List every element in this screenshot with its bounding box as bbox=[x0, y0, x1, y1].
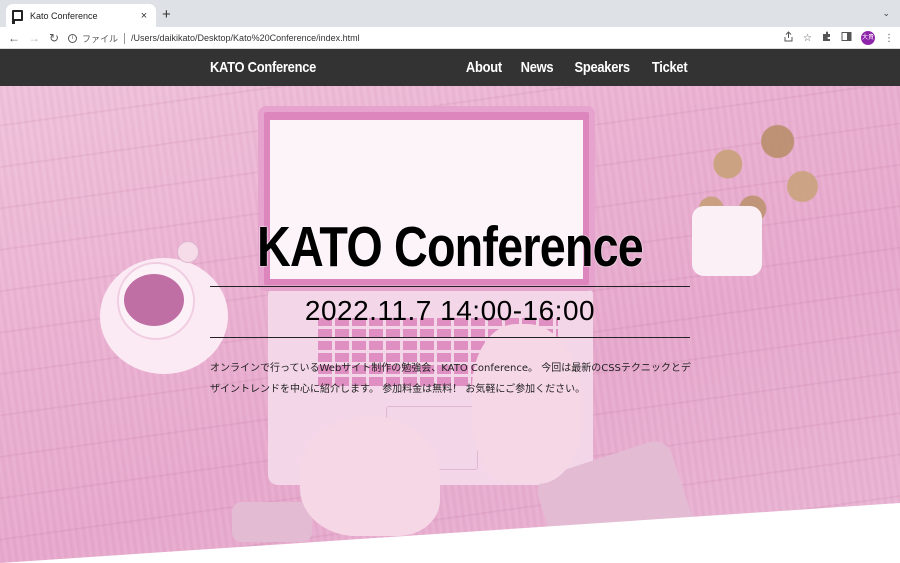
event-date: 2022.11.7 14:00-16:00 bbox=[304, 295, 596, 326]
share-icon[interactable] bbox=[783, 31, 794, 45]
toolbar-actions: ☆ 大貴 ⋮ bbox=[783, 27, 894, 49]
browser-tabstrip: Kato Conference × + ⌄ bbox=[0, 0, 900, 27]
tab-title: Kato Conference bbox=[30, 10, 98, 21]
nav-about[interactable]: About bbox=[465, 59, 501, 76]
side-panel-icon[interactable] bbox=[841, 31, 852, 45]
site-info-icon[interactable]: i bbox=[68, 33, 77, 43]
tab-search-icon[interactable]: ⌄ bbox=[882, 8, 890, 19]
kebab-menu-icon[interactable]: ⋮ bbox=[884, 33, 894, 44]
browser-toolbar: ← → ↻ i ファイル /Users/daikikato/Desktop/Ka… bbox=[0, 27, 900, 49]
hero-section: KATO Conference 2022.11.7 14:00-16:00 オン… bbox=[0, 86, 900, 563]
event-description: オンラインで行っているWebサイト制作の勉強会、KATO Conference。… bbox=[210, 363, 691, 395]
url-text[interactable]: /Users/daikikato/Desktop/Kato%20Conferen… bbox=[131, 33, 360, 43]
left-hand bbox=[300, 416, 440, 536]
site-header: KATO Conference About News Speakers Tick… bbox=[0, 49, 900, 86]
left-sleeve bbox=[232, 502, 312, 542]
scheme-label: ファイル bbox=[82, 33, 119, 44]
new-tab-button[interactable]: + bbox=[162, 6, 171, 23]
star-icon[interactable]: ☆ bbox=[803, 33, 812, 44]
address-separator bbox=[124, 32, 126, 44]
title-divider-top bbox=[210, 286, 690, 287]
forward-button[interactable]: → bbox=[24, 31, 44, 45]
hero-title: KATO Conference bbox=[257, 215, 644, 279]
back-button[interactable]: ← bbox=[4, 31, 24, 45]
nav-speakers[interactable]: Speakers bbox=[575, 59, 631, 76]
site-logo[interactable]: KATO Conference bbox=[210, 59, 316, 76]
site-nav: About News Speakers Ticket bbox=[463, 59, 690, 76]
web-page: KATO Conference About News Speakers Tick… bbox=[0, 49, 900, 563]
extensions-icon[interactable] bbox=[821, 31, 832, 45]
nav-news[interactable]: News bbox=[521, 59, 554, 76]
title-divider-bottom bbox=[210, 337, 690, 338]
browser-tab[interactable]: Kato Conference × bbox=[6, 4, 156, 27]
nav-ticket[interactable]: Ticket bbox=[652, 59, 688, 76]
tab-close-icon[interactable]: × bbox=[138, 10, 150, 22]
favicon-icon bbox=[12, 10, 23, 24]
right-hand bbox=[472, 324, 582, 484]
profile-avatar[interactable]: 大貴 bbox=[861, 31, 875, 45]
hero-bottom-slant bbox=[0, 503, 900, 563]
address-bar[interactable]: i ファイル /Users/daikikato/Desktop/Kato%20C… bbox=[68, 29, 824, 47]
reload-button[interactable]: ↻ bbox=[44, 31, 64, 45]
